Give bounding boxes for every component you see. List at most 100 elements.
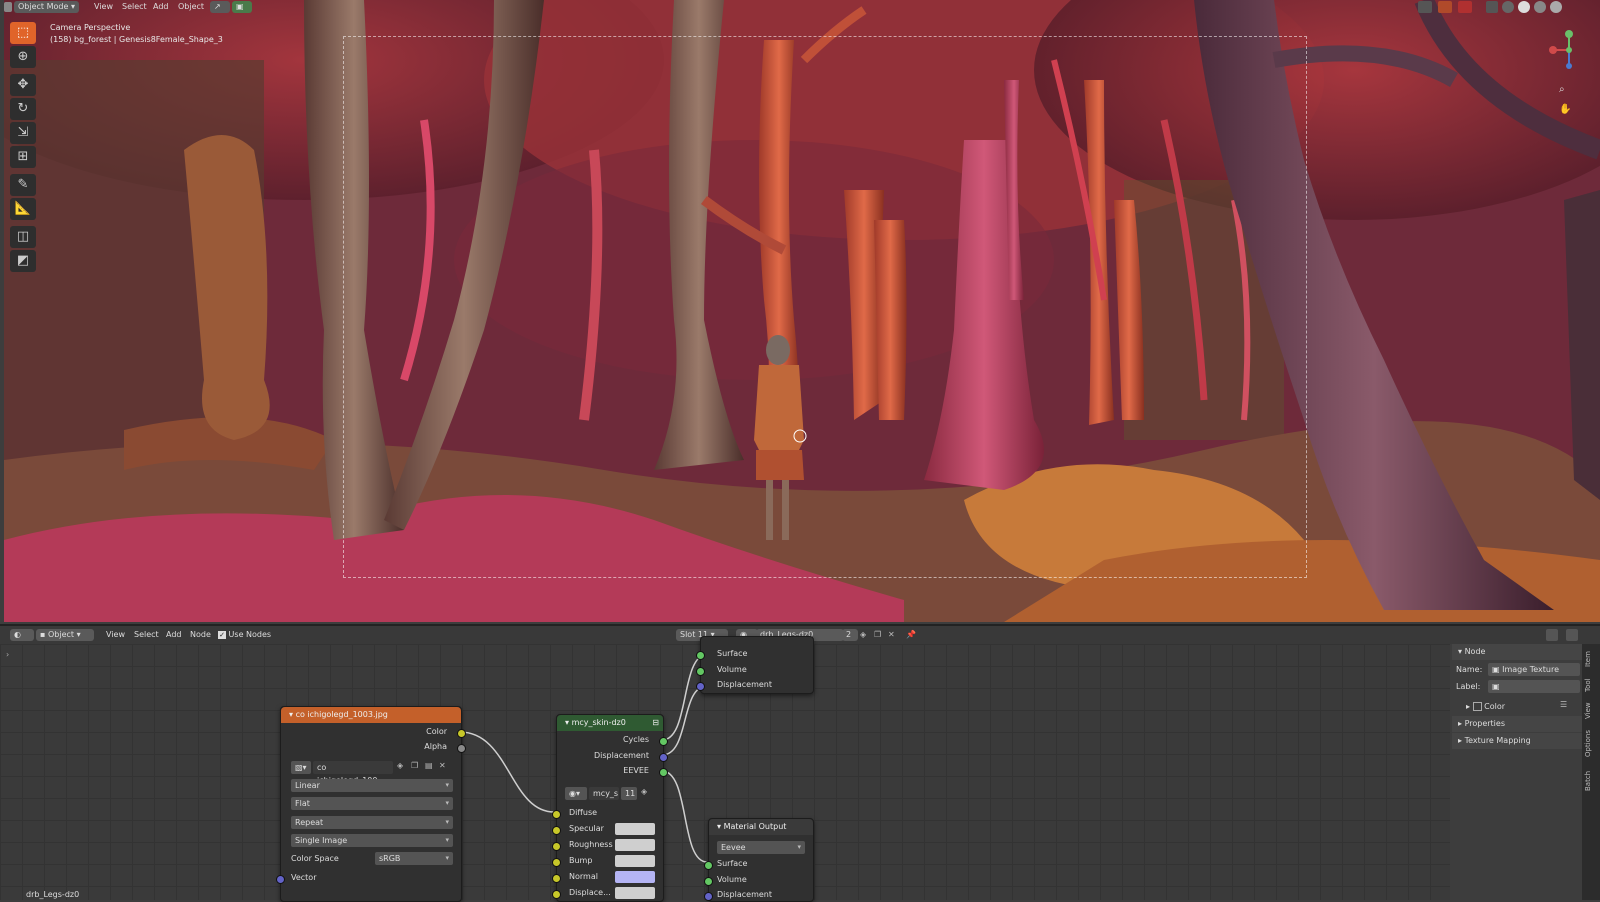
bump-color-swatch[interactable] <box>615 855 655 867</box>
skin-group-node[interactable]: ▾ mcy_skin-dz0 ⊟ Cycles Displacement EEV… <box>552 714 668 902</box>
add-cube-icon[interactable]: ◫ <box>10 226 36 248</box>
material-users-count[interactable]: 2 <box>842 629 858 641</box>
output-volume-socket[interactable] <box>704 877 713 886</box>
material-output-node[interactable]: ▾ Material Output Eevee ▾ Surface Volume … <box>704 818 814 902</box>
projection-dropdown[interactable]: Flat ▾ <box>291 797 453 810</box>
normal-input-socket[interactable] <box>552 874 561 883</box>
node-menu-view[interactable]: View <box>106 629 125 641</box>
displacement-output-socket[interactable] <box>659 753 668 762</box>
displacement-input-socket[interactable] <box>696 682 705 691</box>
image-texture-node[interactable]: ▾ co ichigolegd_1003.jpg Color Alpha ▧▾ … <box>276 706 466 902</box>
editor-type-icon[interactable] <box>4 2 12 12</box>
node-menu-add[interactable]: Add <box>166 629 182 641</box>
xray-icon[interactable] <box>1486 1 1498 13</box>
interpolation-dropdown[interactable]: Linear ▾ <box>291 779 453 792</box>
image-name-field[interactable]: co ichigolegd_100... <box>313 761 393 785</box>
group-users-count[interactable]: 11 <box>621 787 637 800</box>
open-folder-icon[interactable]: ▤ <box>425 761 433 770</box>
navigation-gizmo[interactable]: ⌕ ✋ <box>1545 20 1595 120</box>
extension-dropdown[interactable]: Repeat ▾ <box>291 816 453 829</box>
vector-input-socket[interactable] <box>276 875 285 884</box>
tab-view[interactable]: View <box>1584 700 1598 722</box>
color-toggle[interactable]: ▸ Color <box>1466 700 1505 714</box>
output-target-dropdown[interactable]: Eevee ▾ <box>717 841 805 854</box>
material-output-header[interactable]: ▾ Material Output <box>709 819 813 835</box>
group-name-field[interactable]: mcy_s <box>589 787 619 800</box>
color-space-dropdown[interactable]: sRGB ▾ <box>375 852 453 865</box>
node-label-field[interactable]: ▣ <box>1488 680 1580 693</box>
move-icon[interactable]: ✥ <box>10 74 36 96</box>
select-box-icon[interactable]: ⬚ <box>10 22 36 44</box>
fake-user-icon[interactable]: ◈ <box>641 787 647 796</box>
menu-object[interactable]: Object <box>178 1 204 13</box>
snap-toggle[interactable]: ▣ <box>232 1 252 13</box>
solid-shading-icon[interactable] <box>1518 1 1530 13</box>
source-dropdown[interactable]: Single Image ▾ <box>291 834 453 847</box>
tab-batch[interactable]: Batch <box>1584 766 1598 796</box>
shader-type-dropdown[interactable]: ▪ Object ▾ <box>36 629 94 641</box>
roughness-input-socket[interactable] <box>552 842 561 851</box>
displace-color-swatch[interactable] <box>615 887 655 899</box>
transform-icon[interactable]: ⊞ <box>10 146 36 168</box>
specular-input-socket[interactable] <box>552 826 561 835</box>
shear-icon[interactable]: ◩ <box>10 250 36 272</box>
duplicate-icon[interactable]: ❐ <box>874 629 884 641</box>
alpha-output-socket[interactable] <box>457 744 466 753</box>
pin-icon[interactable]: 📌 <box>906 629 916 641</box>
group-browse-icon[interactable]: ◉▾ <box>565 787 587 800</box>
sidebar-toggle-icon[interactable] <box>1546 629 1558 641</box>
rotate-icon[interactable]: ↻ <box>10 98 36 120</box>
fake-user-icon[interactable]: ◈ <box>860 629 870 641</box>
group-icon[interactable]: ⊟ <box>652 715 659 731</box>
rendered-shading-icon[interactable] <box>1550 1 1562 13</box>
roughness-color-swatch[interactable] <box>615 839 655 851</box>
tab-options[interactable]: Options <box>1584 726 1598 760</box>
snap-icon[interactable] <box>1566 629 1578 641</box>
image-node-header[interactable]: ▾ co ichigolegd_1003.jpg <box>281 707 461 723</box>
specular-color-swatch[interactable] <box>615 823 655 835</box>
diffuse-input-socket[interactable] <box>552 810 561 819</box>
annotate-icon[interactable]: ✎ <box>10 174 36 196</box>
gizmo-toggle-icon[interactable] <box>1438 1 1452 13</box>
fake-user-icon[interactable]: ◈ <box>397 761 403 770</box>
menu-add[interactable]: Add <box>153 1 169 13</box>
visibility-icon[interactable] <box>1418 1 1432 13</box>
displace-input-socket[interactable] <box>552 890 561 899</box>
pan-hand-icon[interactable]: ✋ <box>1559 104 1573 118</box>
measure-icon[interactable]: 📐 <box>10 198 36 220</box>
normal-color-swatch[interactable] <box>615 871 655 883</box>
node-panel-header[interactable]: ▾ Node <box>1452 644 1582 660</box>
menu-view[interactable]: View <box>94 1 113 13</box>
scale-icon[interactable]: ⇲ <box>10 122 36 144</box>
node-menu-select[interactable]: Select <box>134 629 159 641</box>
tab-item[interactable]: Item <box>1584 648 1598 670</box>
node-name-field[interactable]: ▣ Image Texture <box>1488 663 1580 676</box>
new-image-icon[interactable]: ❐ <box>411 761 418 770</box>
group-node-header[interactable]: ▾ mcy_skin-dz0 ⊟ <box>557 715 663 731</box>
texture-mapping-subsection[interactable]: ▸ Texture Mapping <box>1452 733 1582 749</box>
wireframe-shading-icon[interactable] <box>1502 1 1514 13</box>
mode-selector[interactable]: Object Mode ▾ <box>14 1 79 13</box>
color-checkbox-icon[interactable] <box>1472 702 1482 711</box>
transform-orientation-dropdown[interactable]: ↗ <box>210 1 230 13</box>
cycles-output-socket[interactable] <box>659 737 668 746</box>
overlay-toggle-icon[interactable] <box>1458 1 1472 13</box>
node-canvas[interactable]: Surface Volume Displacement ▾ co ichigol… <box>0 636 1450 902</box>
sidebar-expand-arrow-icon[interactable]: › <box>6 650 9 659</box>
cursor-icon[interactable]: ⊕ <box>10 46 36 68</box>
color-output-socket[interactable] <box>457 729 466 738</box>
material-shading-icon[interactable] <box>1534 1 1546 13</box>
list-icon[interactable]: ☰ <box>1560 700 1567 709</box>
material-output-node-top[interactable]: Surface Volume Displacement <box>696 636 814 694</box>
node-menu-node[interactable]: Node <box>190 629 211 641</box>
tab-tool[interactable]: Tool <box>1584 674 1598 696</box>
properties-subsection[interactable]: ▸ Properties <box>1452 716 1582 732</box>
editor-type-icon[interactable]: ◐ <box>10 629 34 641</box>
surface-input-socket[interactable] <box>696 651 705 660</box>
unlink-close-icon[interactable]: ✕ <box>888 629 898 641</box>
volume-input-socket[interactable] <box>696 667 705 676</box>
menu-select[interactable]: Select <box>122 1 147 13</box>
unlink-icon[interactable]: ✕ <box>439 761 446 770</box>
eevee-output-socket[interactable] <box>659 768 668 777</box>
zoom-icon[interactable]: ⌕ <box>1559 84 1573 98</box>
